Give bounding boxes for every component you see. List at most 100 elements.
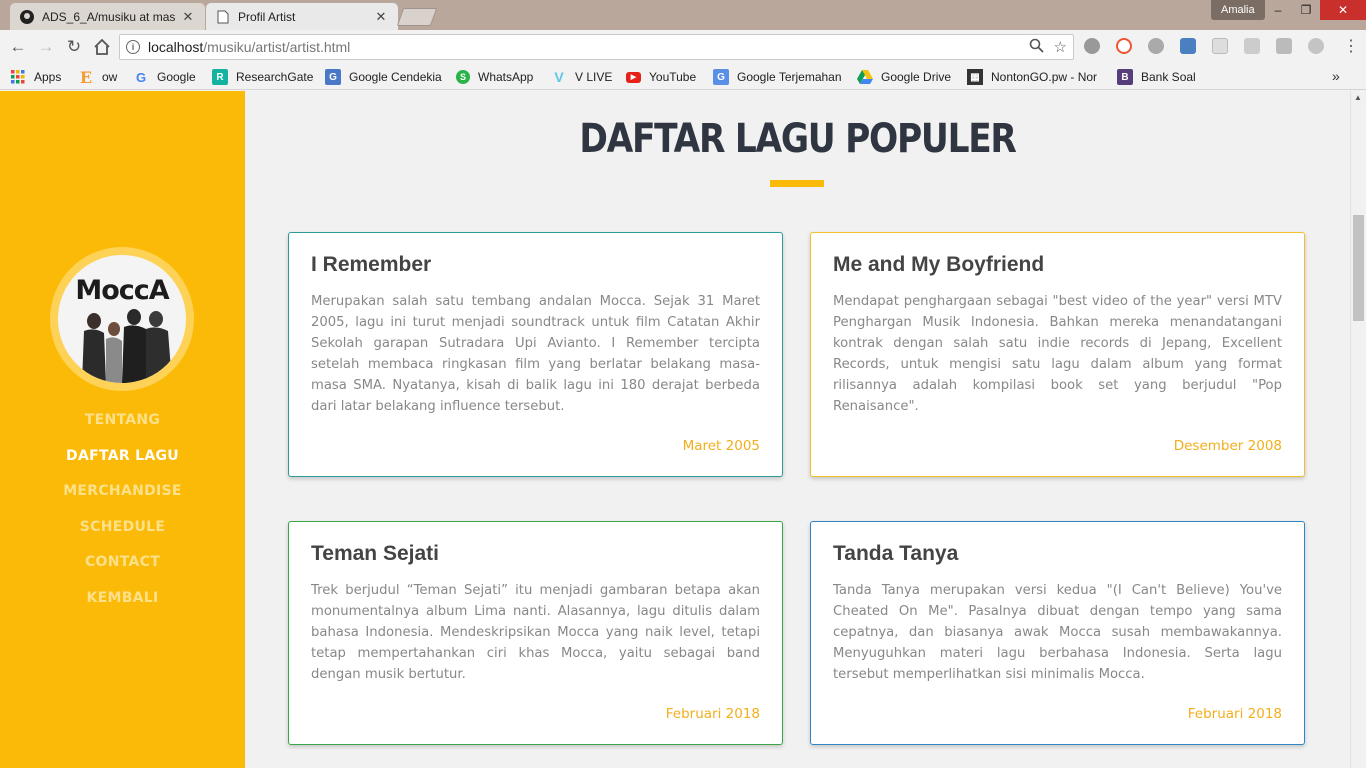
song-title: I Remember	[311, 253, 432, 276]
new-tab-button[interactable]	[396, 8, 438, 26]
bookmarks-bar: Apps E ow G Google R ResearchGate G Goog…	[0, 64, 1366, 90]
bookmark-label: V LIVE	[575, 70, 613, 84]
forward-arrow-icon[interactable]: →	[35, 36, 57, 58]
extension-icon[interactable]	[1308, 38, 1324, 54]
song-description: Tanda Tanya merupakan versi kedua "(I Ca…	[833, 583, 1282, 682]
github-icon	[20, 9, 34, 24]
researchgate-icon: R	[212, 69, 228, 85]
song-title: Me and My Boyfriend	[833, 253, 1045, 276]
song-date: Februari 2018	[665, 706, 760, 722]
nav-merchandise[interactable]: MERCHANDISE	[0, 483, 245, 519]
bookmark-label: Google Terjemahan	[737, 70, 842, 84]
extension-icon[interactable]	[1276, 38, 1292, 54]
song-title: Tanda Tanya	[833, 542, 959, 565]
nav-schedule[interactable]: SCHEDULE	[0, 519, 245, 555]
page-title: DAFTAR LAGU POPULER	[579, 116, 1017, 162]
e-letter-icon: E	[79, 67, 93, 87]
nav-daftar-lagu[interactable]: DAFTAR LAGU	[0, 448, 245, 484]
bookmark-google-drive[interactable]: Google Drive	[857, 68, 951, 86]
home-icon[interactable]	[91, 36, 113, 58]
sidebar: MoccA TENTANG DAFTAR LAGU MERCHANDISE SC…	[0, 91, 245, 768]
band-members-image	[82, 309, 172, 383]
apps-grid-icon	[10, 69, 26, 85]
song-date: Desember 2008	[1173, 438, 1282, 454]
tab-title: ADS_6_A/musiku at maste	[42, 9, 175, 24]
window-close-button[interactable]: ✕	[1320, 0, 1366, 20]
bookmark-star-icon[interactable]: ☆	[1054, 38, 1067, 57]
song-card-tanda-tanya: Tanda Tanya Tanda Tanya merupakan versi …	[810, 521, 1305, 745]
bookmark-google-terjemahan[interactable]: G Google Terjemahan	[713, 68, 842, 86]
bookmark-label: NontonGO.pw - Nor	[991, 70, 1098, 84]
reload-icon[interactable]: ↻	[63, 36, 85, 58]
bookmark-bank-soal[interactable]: B Bank Soal	[1117, 68, 1196, 86]
b-letter-icon: B	[1117, 69, 1133, 85]
title-underline	[770, 180, 824, 187]
song-description: Trek berjudul “Teman Sejati” itu menjadi…	[311, 583, 760, 682]
browser-toolbar: ← → ↻ i localhost/musiku/artist/artist.h…	[0, 30, 1366, 64]
bookmark-nontongo[interactable]: ▦ NontonGO.pw - Nor	[967, 68, 1097, 86]
bookmark-label: ResearchGate	[236, 70, 314, 84]
bookmark-label: ow	[102, 70, 118, 84]
restore-button[interactable]: ❐	[1292, 0, 1320, 20]
bookmark-youtube[interactable]: ▶ YouTube	[626, 68, 696, 86]
bookmark-label: Bank Soal	[1141, 70, 1196, 84]
bookmark-ow[interactable]: E ow	[78, 67, 118, 87]
bookmark-label: Apps	[34, 70, 62, 84]
nav-kembali[interactable]: KEMBALI	[0, 590, 245, 626]
tab-close-icon[interactable]: ✕	[374, 9, 388, 25]
scroll-up-arrow-icon[interactable]: ▲	[1354, 93, 1362, 102]
main-content: DAFTAR LAGU POPULER I Remember Merupakan…	[245, 91, 1350, 768]
extension-icon[interactable]	[1244, 38, 1260, 54]
song-description: Merupakan salah satu tembang andalan Moc…	[311, 294, 760, 414]
bookmark-google[interactable]: G Google	[133, 68, 196, 86]
nav-tentang[interactable]: TENTANG	[0, 412, 245, 448]
profile-badge[interactable]: Amalia	[1211, 0, 1265, 20]
tab-close-icon[interactable]: ✕	[181, 9, 195, 25]
browser-tabstrip: ADS_6_A/musiku at maste ✕ Profil Artist …	[0, 0, 1366, 30]
tab-profil-artist[interactable]: Profil Artist ✕	[206, 3, 398, 30]
google-scholar-icon: G	[325, 69, 341, 85]
whatsapp-icon: S	[456, 70, 470, 84]
song-card-i-remember: I Remember Merupakan salah satu tembang …	[288, 232, 783, 477]
url-host: localhost	[148, 39, 204, 55]
menu-dots-icon[interactable]: ⋮	[1343, 36, 1359, 58]
extension-icon[interactable]	[1212, 38, 1228, 54]
bookmark-label: Google Drive	[881, 70, 952, 84]
extension-icon[interactable]	[1148, 38, 1164, 54]
minimize-button[interactable]: –	[1264, 0, 1292, 20]
film-icon: ▦	[967, 69, 983, 85]
extension-icon[interactable]	[1084, 38, 1100, 54]
page-scrollbar[interactable]: ▲	[1350, 91, 1366, 768]
page-viewport: MoccA TENTANG DAFTAR LAGU MERCHANDISE SC…	[0, 91, 1366, 768]
avatar-ring: MoccA	[50, 247, 194, 391]
band-avatar: MoccA	[58, 255, 186, 383]
tab-github[interactable]: ADS_6_A/musiku at maste ✕	[10, 3, 205, 30]
tab-title: Profil Artist	[238, 9, 296, 24]
extension-icon[interactable]	[1116, 38, 1132, 54]
info-icon[interactable]: i	[126, 40, 140, 54]
bookmark-apps[interactable]: Apps	[10, 68, 61, 86]
nav-contact[interactable]: CONTACT	[0, 554, 245, 590]
bookmark-google-cendekia[interactable]: G Google Cendekia	[325, 68, 442, 86]
song-card-me-and-my-boyfriend: Me and My Boyfriend Mendapat penghargaan…	[810, 232, 1305, 477]
song-title: Teman Sejati	[311, 542, 439, 565]
song-description: Mendapat penghargaan sebagai "best video…	[833, 294, 1282, 414]
bookmark-researchgate[interactable]: R ResearchGate	[212, 68, 313, 86]
song-date: Februari 2018	[1187, 706, 1282, 722]
bookmark-whatsapp[interactable]: S WhatsApp	[456, 68, 533, 86]
google-icon: G	[135, 69, 147, 85]
google-drive-icon	[857, 69, 873, 85]
extension-icon[interactable]	[1180, 38, 1196, 54]
zoom-icon[interactable]	[1029, 38, 1044, 57]
address-bar[interactable]: i localhost/musiku/artist/artist.html ☆	[119, 34, 1074, 60]
scroll-thumb[interactable]	[1353, 215, 1364, 321]
bookmark-label: Google	[157, 70, 196, 84]
google-translate-icon: G	[713, 69, 729, 85]
page-icon	[216, 10, 230, 24]
back-arrow-icon[interactable]: ←	[7, 36, 29, 58]
bookmark-label: YouTube	[649, 70, 697, 84]
vlive-icon: V	[554, 69, 564, 85]
bookmarks-overflow-button[interactable]: »	[1332, 68, 1340, 84]
bookmark-label: WhatsApp	[478, 70, 534, 84]
bookmark-vlive[interactable]: V V LIVE	[551, 68, 612, 86]
